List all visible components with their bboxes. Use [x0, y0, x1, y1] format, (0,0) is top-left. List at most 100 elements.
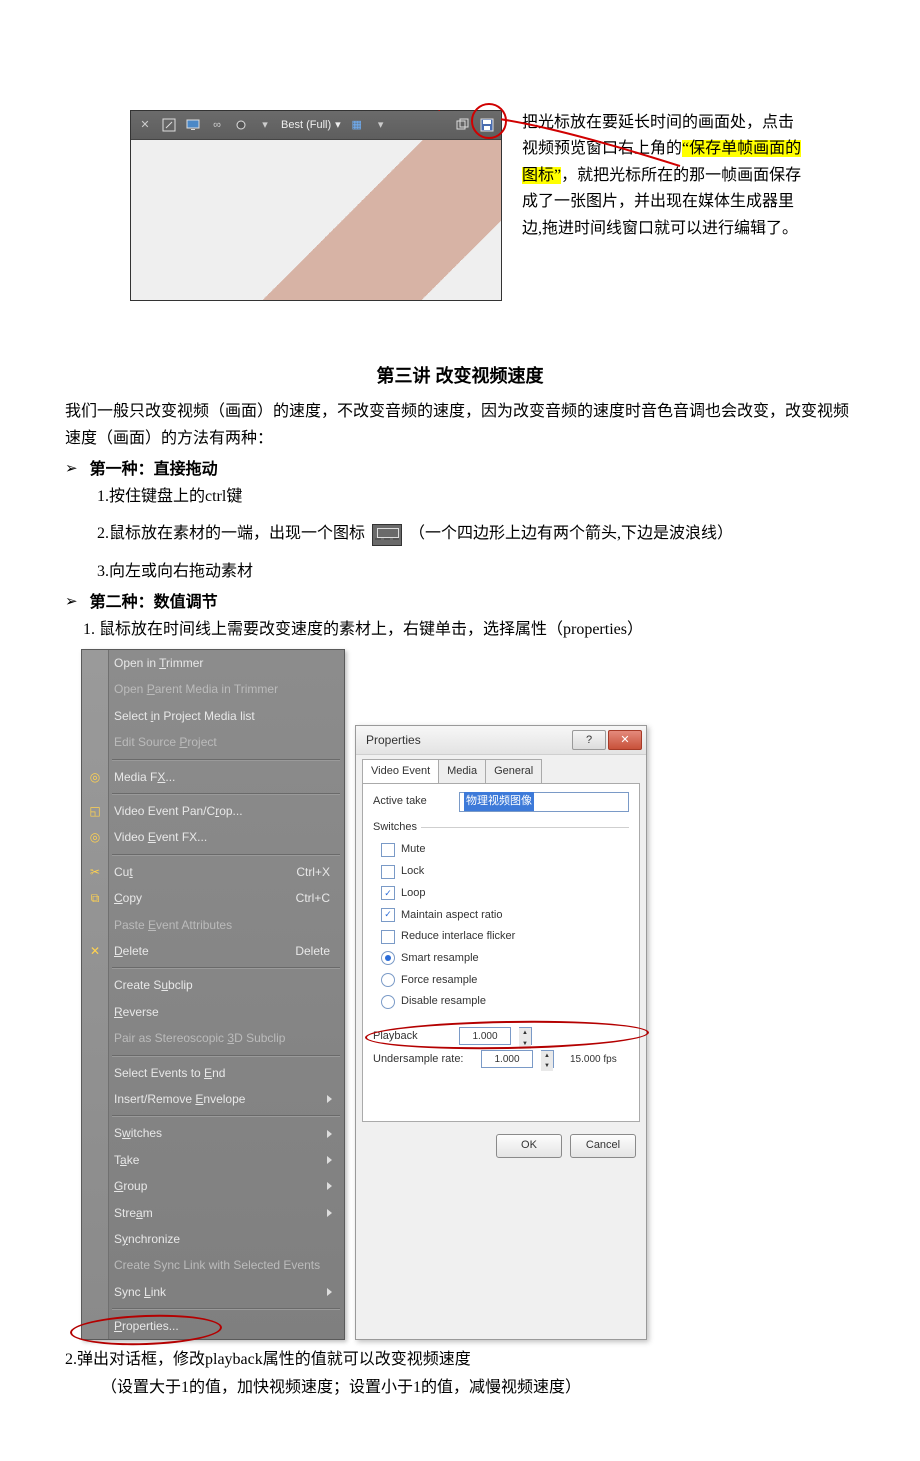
stretch-cursor-icon: [372, 524, 402, 546]
method1-title: 第一种：直接拖动: [90, 456, 218, 483]
active-take-input[interactable]: 物理视频图像: [459, 792, 629, 812]
close-button[interactable]: ✕: [608, 730, 642, 750]
dialog-tabs: Video Event Media General: [356, 755, 646, 783]
cancel-button[interactable]: Cancel: [570, 1134, 636, 1158]
menu-item-label: Paste Event Attributes: [114, 915, 232, 935]
m1-step2: 2.鼠标放在素材的一端，出现一个图标 （一个四边形上边有两个箭头,下边是波浪线）: [97, 520, 855, 547]
menu-item-label: Copy: [114, 888, 142, 908]
menu-item-label: Take: [114, 1150, 139, 1170]
menu-item-label: Cut: [114, 862, 133, 882]
m2-step2: 2.弹出对话框，修改playback属性的值就可以改变视频速度: [65, 1346, 855, 1373]
menu-item: Edit Source Project: [82, 729, 344, 755]
method2-title: 第二种：数值调节: [90, 589, 218, 616]
menu-item-label: Open Parent Media in Trimmer: [114, 679, 278, 699]
menu-item[interactable]: Open in Trimmer: [82, 650, 344, 676]
menu-item[interactable]: Select in Project Media list: [82, 703, 344, 729]
lock-checkbox[interactable]: Lock: [381, 862, 629, 881]
menu-item[interactable]: ◱Video Event Pan/Crop...: [82, 798, 344, 824]
menu-item[interactable]: Properties...: [82, 1313, 344, 1339]
menu-shortcut: Ctrl+X: [296, 862, 336, 882]
menu-item: Pair as Stereoscopic 3D Subclip: [82, 1025, 344, 1051]
menu-item[interactable]: Insert/Remove Envelope: [82, 1086, 344, 1112]
tab-media[interactable]: Media: [438, 759, 486, 783]
menu-shortcut: Delete: [295, 941, 336, 961]
menu-item[interactable]: ✕ Delete Delete: [82, 938, 344, 964]
maintain-aspect-checkbox[interactable]: Maintain aspect ratio: [381, 906, 629, 925]
preview-window: ✕ ∞ ▾ Best (Full) ▾ ▦ ▾: [130, 110, 502, 301]
section-intro: 我们一般只改变视频（画面）的速度，不改变音频的速度，因为改变音频的速度时音色音调…: [65, 398, 855, 452]
tab-video-event[interactable]: Video Event: [362, 759, 439, 783]
chevron-down-icon: ▾: [335, 116, 341, 135]
link-icon[interactable]: ∞: [209, 117, 225, 133]
m1-step1: 1.按住键盘上的ctrl键: [97, 483, 855, 510]
menu-item-label: Video Event Pan/Crop...: [114, 801, 243, 821]
ok-button[interactable]: OK: [496, 1134, 562, 1158]
fps-label: 15.000 fps: [570, 1051, 617, 1068]
record-icon[interactable]: [233, 117, 249, 133]
menu-item: Paste Event Attributes: [82, 912, 344, 938]
menu-item[interactable]: Select Events to End: [82, 1060, 344, 1086]
grid-icon[interactable]: ▦: [349, 117, 365, 133]
menu-item-label: Synchronize: [114, 1229, 180, 1249]
chevron-down-icon[interactable]: ▾: [373, 117, 389, 133]
menu-item-label: Edit Source Project: [114, 732, 217, 752]
menu-item-label: Stream: [114, 1203, 153, 1223]
active-take-label: Active take: [373, 792, 451, 811]
preview-toolbar: ✕ ∞ ▾ Best (Full) ▾ ▦ ▾: [131, 111, 501, 140]
mute-checkbox[interactable]: Mute: [381, 840, 629, 859]
menu-item[interactable]: Synchronize: [82, 1226, 344, 1252]
menu-item[interactable]: ◎ Media FX...: [82, 764, 344, 790]
close-icon[interactable]: ✕: [137, 117, 153, 133]
menu-item-label: Create Subclip: [114, 975, 193, 995]
properties-dialog: Properties ? ✕ Video Event Media General…: [355, 725, 647, 1340]
dialog-title: Properties: [366, 730, 570, 750]
submenu-arrow-icon: [327, 1209, 332, 1217]
copy-icon: ⧉: [87, 890, 103, 906]
menu-item[interactable]: ⧉ Copy Ctrl+C: [82, 885, 344, 911]
cut-icon: ✂: [87, 864, 103, 880]
delete-icon: ✕: [87, 943, 103, 959]
menu-item[interactable]: Create Subclip: [82, 972, 344, 998]
menu-item[interactable]: Stream: [82, 1200, 344, 1226]
bullet-arrow-icon: ➢: [65, 590, 78, 616]
menu-item[interactable]: Switches: [82, 1120, 344, 1146]
switches-label: Switches: [373, 818, 629, 837]
copy-frame-icon[interactable]: [455, 117, 471, 133]
menu-item[interactable]: Take: [82, 1147, 344, 1173]
menu-item-label: Properties...: [114, 1316, 179, 1336]
submenu-arrow-icon: [327, 1288, 332, 1296]
menu-item-label: Delete: [114, 941, 149, 961]
menu-item: Create Sync Link with Selected Events: [82, 1252, 344, 1278]
disable-resample-radio[interactable]: Disable resample: [381, 992, 629, 1011]
undersample-input[interactable]: 1.000: [481, 1050, 533, 1068]
menu-item[interactable]: ✂ Cut Ctrl+X: [82, 859, 344, 885]
m1-step3: 3.向左或向右拖动素材: [97, 558, 855, 585]
help-button[interactable]: ?: [572, 730, 606, 750]
menu-item[interactable]: Group: [82, 1173, 344, 1199]
playback-spinner[interactable]: ▲▼: [519, 1027, 532, 1045]
fx-icon: ◎: [87, 769, 103, 785]
undersample-spinner[interactable]: ▲▼: [541, 1050, 554, 1068]
menu-item-label: Switches: [114, 1123, 162, 1143]
menu-item-label: Media FX...: [114, 767, 175, 787]
playback-label: Playback: [373, 1027, 451, 1046]
menu-item[interactable]: Reverse: [82, 999, 344, 1025]
chevron-down-icon[interactable]: ▾: [257, 117, 273, 133]
monitor-icon[interactable]: [185, 117, 201, 133]
smart-resample-radio[interactable]: Smart resample: [381, 949, 629, 968]
tab-general[interactable]: General: [485, 759, 542, 783]
force-resample-radio[interactable]: Force resample: [381, 971, 629, 990]
menu-item[interactable]: Sync Link: [82, 1279, 344, 1305]
menu-item[interactable]: ◎Video Event FX...: [82, 824, 344, 850]
reduce-flicker-checkbox[interactable]: Reduce interlace flicker: [381, 927, 629, 946]
quality-label: Best (Full): [281, 116, 331, 135]
external-icon[interactable]: [161, 117, 177, 133]
submenu-arrow-icon: [327, 1156, 332, 1164]
menu-item-label: Open in Trimmer: [114, 653, 203, 673]
loop-checkbox[interactable]: Loop: [381, 884, 629, 903]
playback-input[interactable]: 1.000: [459, 1027, 511, 1045]
quality-dropdown[interactable]: Best (Full) ▾: [281, 116, 341, 135]
save-frame-icon[interactable]: [479, 117, 495, 133]
menu-shortcut: Ctrl+C: [296, 888, 336, 908]
m2-hint: （设置大于1的值，加快视频速度；设置小于1的值，减慢视频速度）: [65, 1374, 855, 1401]
